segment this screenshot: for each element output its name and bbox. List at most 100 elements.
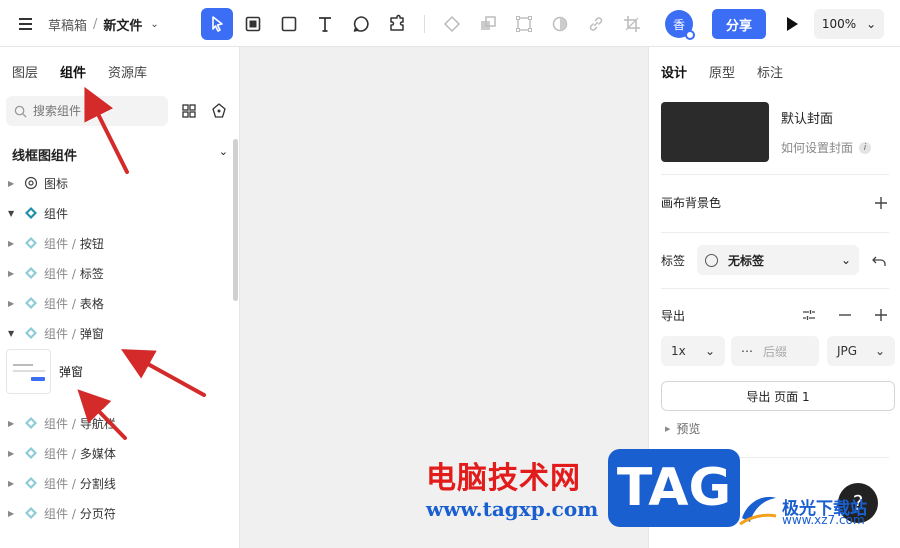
selection-bounds-button[interactable]: [508, 8, 540, 40]
component-tool-button[interactable]: [436, 8, 468, 40]
tab-assets[interactable]: 资源库: [108, 62, 147, 81]
format-select[interactable]: JPG ⌄: [827, 336, 895, 366]
left-panel-scrollbar[interactable]: [233, 139, 238, 301]
watermark-tagxp: 电脑技术网 www.tagxp.com TAG: [412, 447, 740, 529]
tree-item-divider[interactable]: ▶ 组件 / 分割线: [0, 468, 232, 498]
expand-arrow-icon: ▶: [8, 178, 15, 188]
component-icon: [25, 237, 37, 249]
search-input[interactable]: [33, 104, 143, 118]
crop-tool-button[interactable]: [616, 8, 648, 40]
text-tool-button[interactable]: [309, 8, 341, 40]
tree-item-components[interactable]: ▼ 组件: [0, 198, 232, 228]
suffix-field[interactable]: ⋯ 后缀: [731, 336, 819, 366]
watermark-jg-url: www.xz7.com: [782, 513, 865, 527]
text-icon: [319, 17, 331, 32]
comment-icon: [353, 16, 369, 32]
tree-item-path: 组件 /: [44, 446, 76, 461]
jiguang-logo-icon: [739, 496, 777, 526]
tree-item-label: 标签: [79, 266, 104, 281]
plugin-icon: [390, 14, 404, 31]
tree-item-navbar[interactable]: ▶ 组件 / 导航栏: [0, 408, 232, 438]
tab-components[interactable]: 组件: [60, 62, 86, 81]
component-icon: [25, 507, 37, 519]
link-icon: [589, 17, 603, 31]
share-button[interactable]: 分享: [712, 9, 766, 39]
avatar-text: 香: [672, 17, 685, 32]
add-background-icon[interactable]: [873, 195, 889, 211]
component-icon: [443, 15, 461, 33]
tree-item-path: 组件 /: [44, 296, 76, 311]
link-tool-button[interactable]: [580, 8, 612, 40]
export-page-button[interactable]: 导出 页面 1: [661, 381, 895, 411]
undo-icon[interactable]: [871, 252, 887, 268]
component-card-popup[interactable]: 弹窗: [0, 348, 232, 394]
grid-view-icon[interactable]: [180, 102, 198, 120]
more-icon: ⋯: [741, 344, 753, 358]
online-status-dot: [685, 30, 695, 40]
tree-item-icons[interactable]: ▶ 图标: [0, 168, 232, 198]
tree-item-table[interactable]: ▶ 组件 / 表格: [0, 288, 232, 318]
component-search: [6, 96, 168, 126]
chevron-down-icon: ⌄: [840, 253, 851, 267]
scale-select[interactable]: 1x ⌄: [661, 336, 725, 366]
tree-item-media[interactable]: ▶ 组件 / 多媒体: [0, 438, 232, 468]
section-header[interactable]: 线框图组件 ⌄: [12, 145, 228, 164]
tab-annotation[interactable]: 标注: [757, 62, 783, 81]
mask-tool-button[interactable]: [544, 8, 576, 40]
tree-item-path: 组件 /: [44, 236, 76, 251]
chevron-down-icon[interactable]: ⌄: [150, 19, 158, 30]
tab-prototype[interactable]: 原型: [709, 62, 735, 81]
remove-export-icon[interactable]: [837, 307, 853, 323]
preview-toggle[interactable]: ▶ 预览: [665, 420, 700, 437]
tree-item-label: 多媒体: [79, 446, 116, 461]
tree-item-label: 组件: [44, 206, 69, 221]
zoom-dropdown[interactable]: 100% ⌄: [814, 9, 884, 39]
tree-item-pagination[interactable]: ▶ 组件 / 分页符: [0, 498, 232, 528]
tree-item-label: 分割线: [79, 476, 116, 491]
rectangle-tool-button[interactable]: [273, 8, 305, 40]
tree-item-label: 分页符: [79, 506, 116, 521]
tree-item-button[interactable]: ▶ 组件 / 按钮: [0, 228, 232, 258]
add-export-icon[interactable]: [873, 307, 889, 323]
component-library-icon[interactable]: [210, 102, 228, 120]
frame-icon: [245, 16, 261, 32]
menu-icon[interactable]: [16, 14, 36, 34]
tree-item-path: 组件 /: [44, 326, 76, 341]
suffix-placeholder: 后缀: [763, 344, 788, 359]
chevron-down-icon: ⌄: [866, 17, 877, 31]
toolbar-divider: [424, 15, 425, 33]
top-toolbar: 草稿箱 / 新文件 ⌄ 香 分享 100% ⌄: [0, 0, 900, 47]
avatar[interactable]: 香: [665, 10, 695, 40]
file-name[interactable]: 新文件: [103, 15, 142, 34]
rectangle-icon: [281, 16, 297, 32]
frame-tool-button[interactable]: [237, 8, 269, 40]
tab-layers[interactable]: 图层: [12, 62, 38, 81]
tree-item-label: 表格: [79, 296, 104, 311]
boolean-tool-button[interactable]: [472, 8, 504, 40]
zoom-value: 100%: [821, 17, 857, 31]
select-tool-button[interactable]: [201, 8, 233, 40]
tag-select[interactable]: 无标签 ⌄: [697, 245, 859, 275]
export-settings-icon[interactable]: [801, 307, 817, 323]
chevron-down-icon: ⌄: [874, 344, 885, 358]
chevron-down-icon: ⌄: [704, 344, 715, 358]
breadcrumb-separator: /: [93, 17, 98, 32]
component-icon: [25, 267, 37, 279]
tree-item-path: 组件 /: [44, 506, 76, 521]
watermark-site-name: 电脑技术网: [426, 461, 581, 496]
cover-thumbnail[interactable]: [661, 102, 769, 162]
play-icon[interactable]: [780, 13, 802, 35]
scale-value: 1x: [671, 344, 686, 358]
tree-item-popup[interactable]: ▼ 组件 / 弹窗: [0, 318, 232, 348]
plugin-tool-button[interactable]: [381, 8, 413, 40]
watermark-tag-logo: TAG: [608, 449, 740, 527]
bounds-icon: [516, 16, 532, 32]
tab-design[interactable]: 设计: [661, 62, 687, 81]
cover-help-link[interactable]: 如何设置封面 i: [781, 139, 872, 156]
chevron-down-icon: ⌄: [218, 145, 228, 158]
expand-arrow-icon: ▶: [8, 478, 15, 488]
tree-item-tag[interactable]: ▶ 组件 / 标签: [0, 258, 232, 288]
breadcrumb-root[interactable]: 草稿箱: [48, 15, 87, 34]
boolean-icon: [481, 16, 496, 30]
comment-tool-button[interactable]: [345, 8, 377, 40]
